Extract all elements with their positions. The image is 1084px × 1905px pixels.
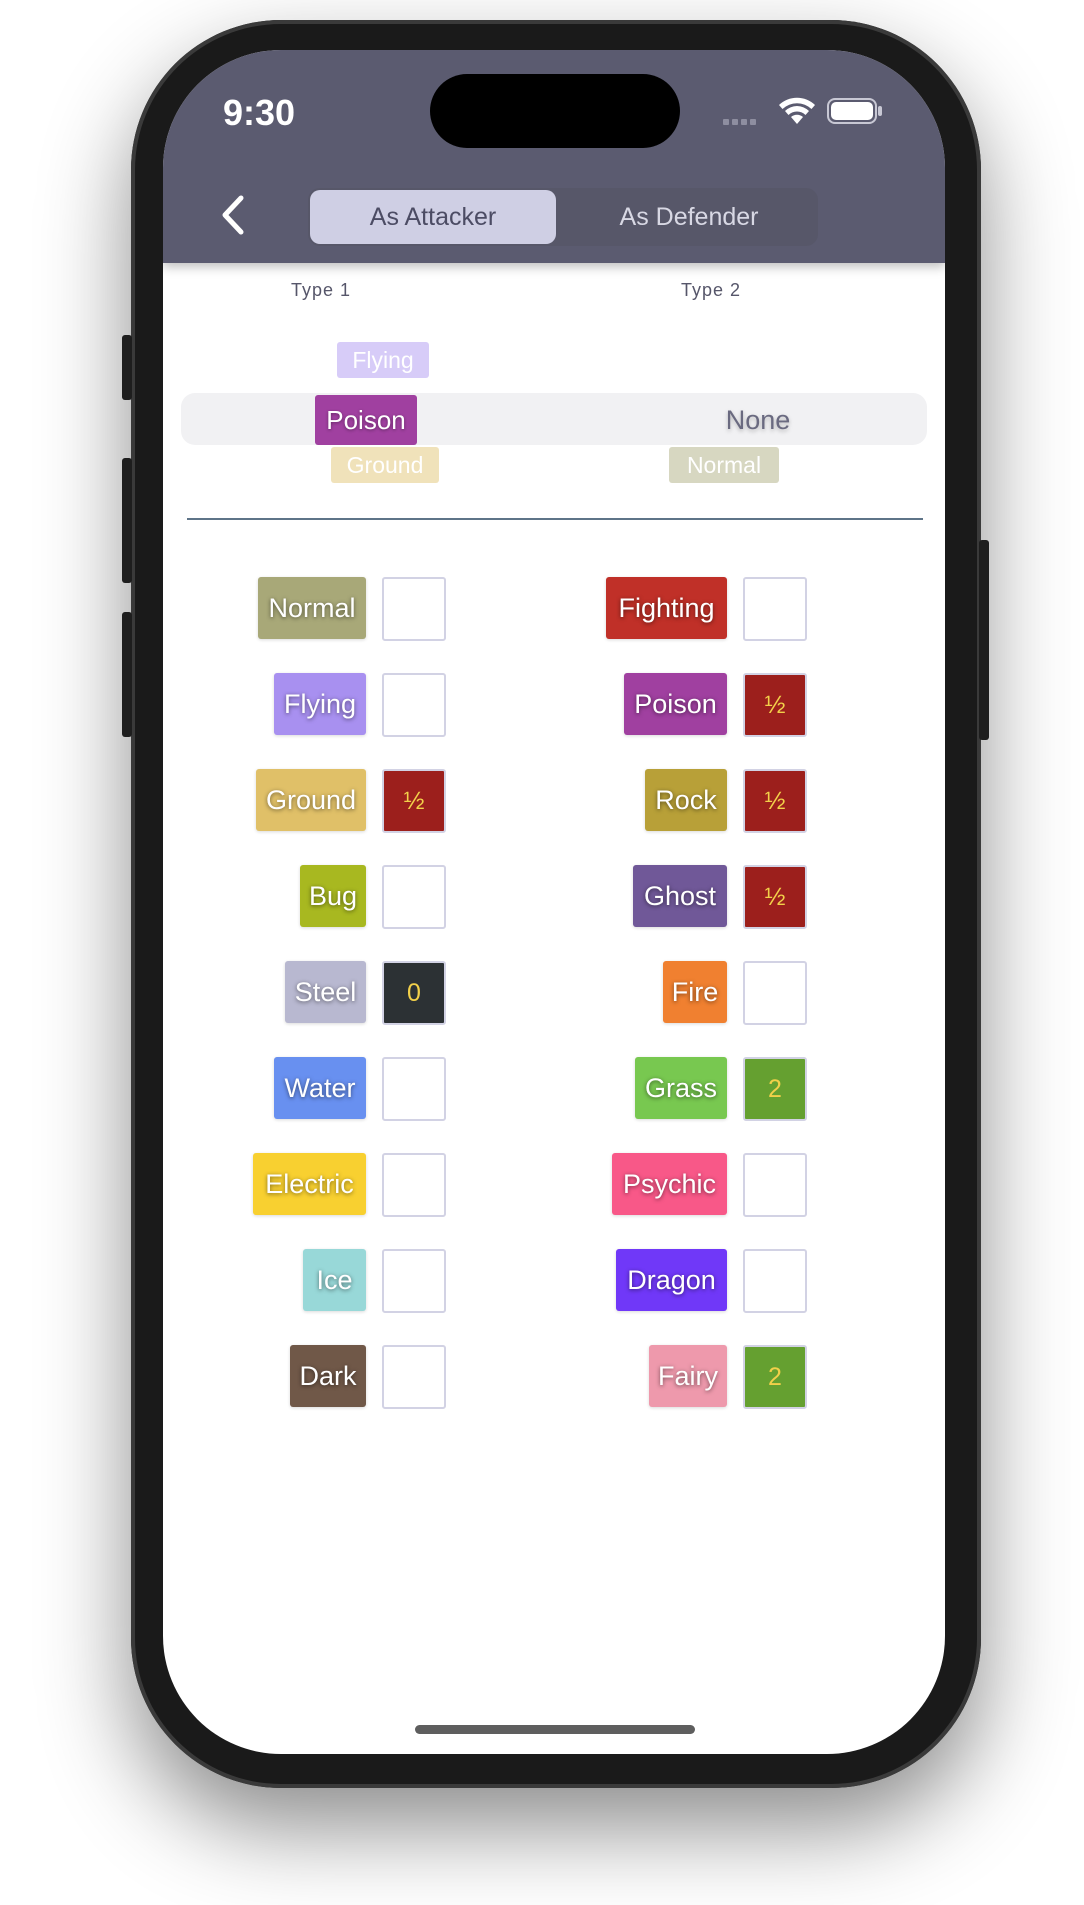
attacker-defender-segmented-control: As Attacker As Defender — [308, 188, 818, 246]
type-chip-poison: Poison — [624, 673, 727, 735]
type-chip-dragon: Dragon — [616, 1249, 727, 1311]
type-chip-ground: Ground — [256, 769, 366, 831]
power-button — [979, 540, 989, 740]
type1-option-below[interactable]: Ground — [331, 447, 439, 483]
header-bar: 9:30 As Attacker As Defender — [163, 50, 945, 263]
wifi-icon — [779, 97, 815, 124]
multiplier-box-normal — [382, 577, 446, 641]
cellular-signal-icon — [723, 112, 767, 125]
multiplier-box-grass: 2 — [743, 1057, 807, 1121]
type-chip-psychic: Psychic — [612, 1153, 727, 1215]
type-chip-steel: Steel — [285, 961, 366, 1023]
type-chip-ice: Ice — [303, 1249, 366, 1311]
multiplier-box-flying — [382, 673, 446, 737]
battery-icon — [827, 98, 882, 124]
multiplier-box-dark — [382, 1345, 446, 1409]
type1-selected[interactable]: Poison — [315, 395, 417, 445]
type-chip-bug: Bug — [300, 865, 366, 927]
tab-as-defender[interactable]: As Defender — [564, 190, 814, 244]
home-indicator — [415, 1725, 695, 1734]
type-chip-fighting: Fighting — [606, 577, 727, 639]
type2-column-label: Type 2 — [680, 280, 742, 300]
multiplier-box-ice — [382, 1249, 446, 1313]
multiplier-box-poison: ½ — [743, 673, 807, 737]
multiplier-box-ground: ½ — [382, 769, 446, 833]
tab-as-attacker[interactable]: As Attacker — [310, 190, 556, 244]
multiplier-box-steel: 0 — [382, 961, 446, 1025]
type-chip-dark: Dark — [290, 1345, 366, 1407]
type-chip-rock: Rock — [645, 769, 727, 831]
type-chip-ghost: Ghost — [633, 865, 727, 927]
type1-column-label: Type 1 — [290, 280, 352, 300]
type1-option-above[interactable]: Flying — [337, 342, 429, 378]
multiplier-box-fire — [743, 961, 807, 1025]
multiplier-box-psychic — [743, 1153, 807, 1217]
type-chip-grass: Grass — [635, 1057, 727, 1119]
multiplier-box-fighting — [743, 577, 807, 641]
type2-selected[interactable]: None — [703, 400, 813, 440]
status-time: 9:30 — [223, 92, 296, 133]
chevron-left-icon[interactable] — [211, 190, 255, 240]
action-button — [122, 335, 132, 400]
multiplier-box-bug — [382, 865, 446, 929]
volume-down-button — [122, 612, 132, 737]
picker-selection-band — [181, 393, 927, 445]
type2-option-below[interactable]: Normal — [669, 447, 779, 483]
section-divider — [187, 518, 923, 520]
multiplier-box-rock: ½ — [743, 769, 807, 833]
screen: 9:30 As Attacker As Defender Type 1 Type… — [163, 50, 945, 1754]
volume-up-button — [122, 458, 132, 583]
multiplier-box-dragon — [743, 1249, 807, 1313]
type-chip-flying: Flying — [274, 673, 366, 735]
type-chip-fairy: Fairy — [649, 1345, 727, 1407]
multiplier-box-ghost: ½ — [743, 865, 807, 929]
multiplier-box-water — [382, 1057, 446, 1121]
type-chip-fire: Fire — [663, 961, 727, 1023]
type-chip-water: Water — [274, 1057, 366, 1119]
multiplier-box-fairy: 2 — [743, 1345, 807, 1409]
type-chip-normal: Normal — [258, 577, 366, 639]
multiplier-box-electric — [382, 1153, 446, 1217]
type-chip-electric: Electric — [253, 1153, 366, 1215]
dynamic-island — [430, 74, 680, 148]
